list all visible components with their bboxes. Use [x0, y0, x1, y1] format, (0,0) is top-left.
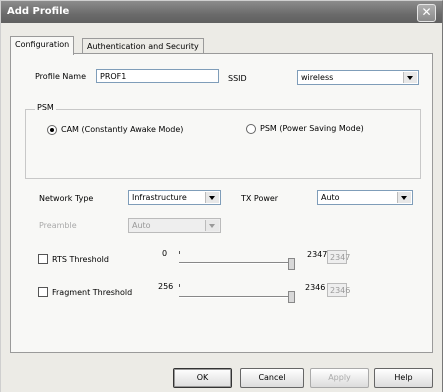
rts-slider-tick: [179, 251, 180, 254]
network-type-combo[interactable]: Infrastructure: [128, 190, 221, 205]
cam-radio[interactable]: [47, 125, 57, 135]
rts-slider-track: [179, 262, 289, 264]
rts-value-field: 2347: [327, 250, 350, 264]
fragment-min-label: 256: [158, 282, 174, 291]
network-type-value: Infrastructure: [132, 193, 187, 202]
chevron-down-icon[interactable]: [397, 192, 411, 203]
fragment-slider-track: [179, 296, 289, 298]
ssid-combo[interactable]: wireless: [297, 70, 419, 85]
tx-power-value: Auto: [321, 193, 340, 202]
apply-button: Apply: [310, 368, 369, 388]
chevron-down-icon: [205, 220, 219, 231]
fragment-max-label: 2346: [305, 283, 326, 292]
preamble-combo: Auto: [128, 218, 221, 233]
rts-threshold-label: RTS Threshold: [52, 255, 109, 264]
close-button[interactable]: ✕: [417, 4, 436, 22]
ssid-label: SSID: [228, 74, 247, 83]
close-icon: ✕: [421, 5, 432, 19]
title-bar[interactable]: Add Profile ✕: [1, 1, 442, 23]
tab-authentication-label: Authentication and Security: [87, 42, 199, 51]
rts-threshold-checkbox[interactable]: [38, 254, 48, 264]
fragment-slider-thumb: [288, 291, 295, 303]
rts-slider-thumb: [288, 258, 295, 270]
tx-power-combo[interactable]: Auto: [317, 190, 413, 205]
ssid-value: wireless: [301, 73, 334, 82]
preamble-label: Preamble: [39, 221, 77, 230]
dialog-title: Add Profile: [7, 6, 70, 17]
network-type-label: Network Type: [39, 194, 94, 203]
profile-name-label: Profile Name: [35, 72, 87, 81]
ok-button[interactable]: OK: [173, 368, 232, 388]
psm-radio[interactable]: [246, 124, 256, 134]
profile-name-input[interactable]: PROF1: [96, 69, 219, 83]
help-button[interactable]: Help: [374, 368, 433, 388]
psm-label: PSM (Power Saving Mode): [260, 124, 364, 133]
add-profile-dialog: Add Profile ✕ Configuration Authenticati…: [0, 0, 443, 392]
tx-power-label: TX Power: [241, 194, 279, 203]
chevron-down-icon[interactable]: [205, 192, 219, 203]
psm-group: [25, 109, 421, 179]
psm-group-label: PSM: [35, 103, 56, 112]
fragment-threshold-checkbox[interactable]: [38, 287, 48, 297]
fragment-slider-tick: [179, 284, 180, 287]
preamble-value: Auto: [132, 221, 151, 230]
tab-configuration-label: Configuration: [15, 40, 70, 49]
cam-label: CAM (Constantly Awake Mode): [61, 125, 184, 134]
rts-max-label: 2347: [307, 250, 328, 259]
cancel-button[interactable]: Cancel: [240, 368, 304, 388]
fragment-value-field: 2346: [327, 283, 350, 297]
chevron-down-icon[interactable]: [403, 72, 417, 83]
fragment-threshold-label: Fragment Threshold: [52, 288, 133, 297]
tab-configuration[interactable]: Configuration: [10, 36, 75, 55]
rts-min-label: 0: [162, 249, 168, 258]
